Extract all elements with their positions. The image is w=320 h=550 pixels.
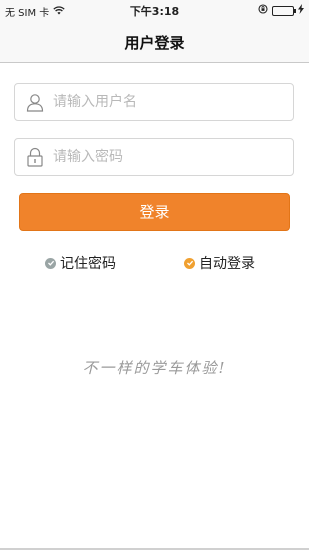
status-bar: 无 SIM 卡 下午3:18 — [0, 0, 309, 20]
remember-password-label: 记住密码 — [60, 256, 116, 272]
username-input[interactable] — [53, 84, 283, 120]
user-icon — [25, 92, 45, 112]
password-input[interactable] — [53, 139, 283, 175]
username-field[interactable] — [14, 83, 294, 121]
navigation-bar: 用户登录 — [0, 20, 309, 63]
login-button[interactable]: 登录 — [19, 193, 290, 231]
charging-icon — [298, 4, 304, 17]
slogan-text: 不一样的学车体验! — [82, 359, 227, 377]
password-field[interactable] — [14, 138, 294, 176]
lock-icon — [25, 147, 45, 167]
battery-icon — [272, 5, 296, 16]
auto-login-check-icon[interactable] — [184, 257, 195, 269]
page-title: 用户登录 — [124, 34, 185, 52]
remember-password-option[interactable]: 记住密码 — [45, 253, 116, 273]
auto-login-option[interactable]: 自动登录 — [184, 253, 255, 273]
remember-check-icon[interactable] — [45, 257, 56, 269]
auto-login-label: 自动登录 — [199, 256, 255, 272]
status-right — [258, 4, 304, 17]
orientation-lock-icon — [258, 4, 268, 17]
